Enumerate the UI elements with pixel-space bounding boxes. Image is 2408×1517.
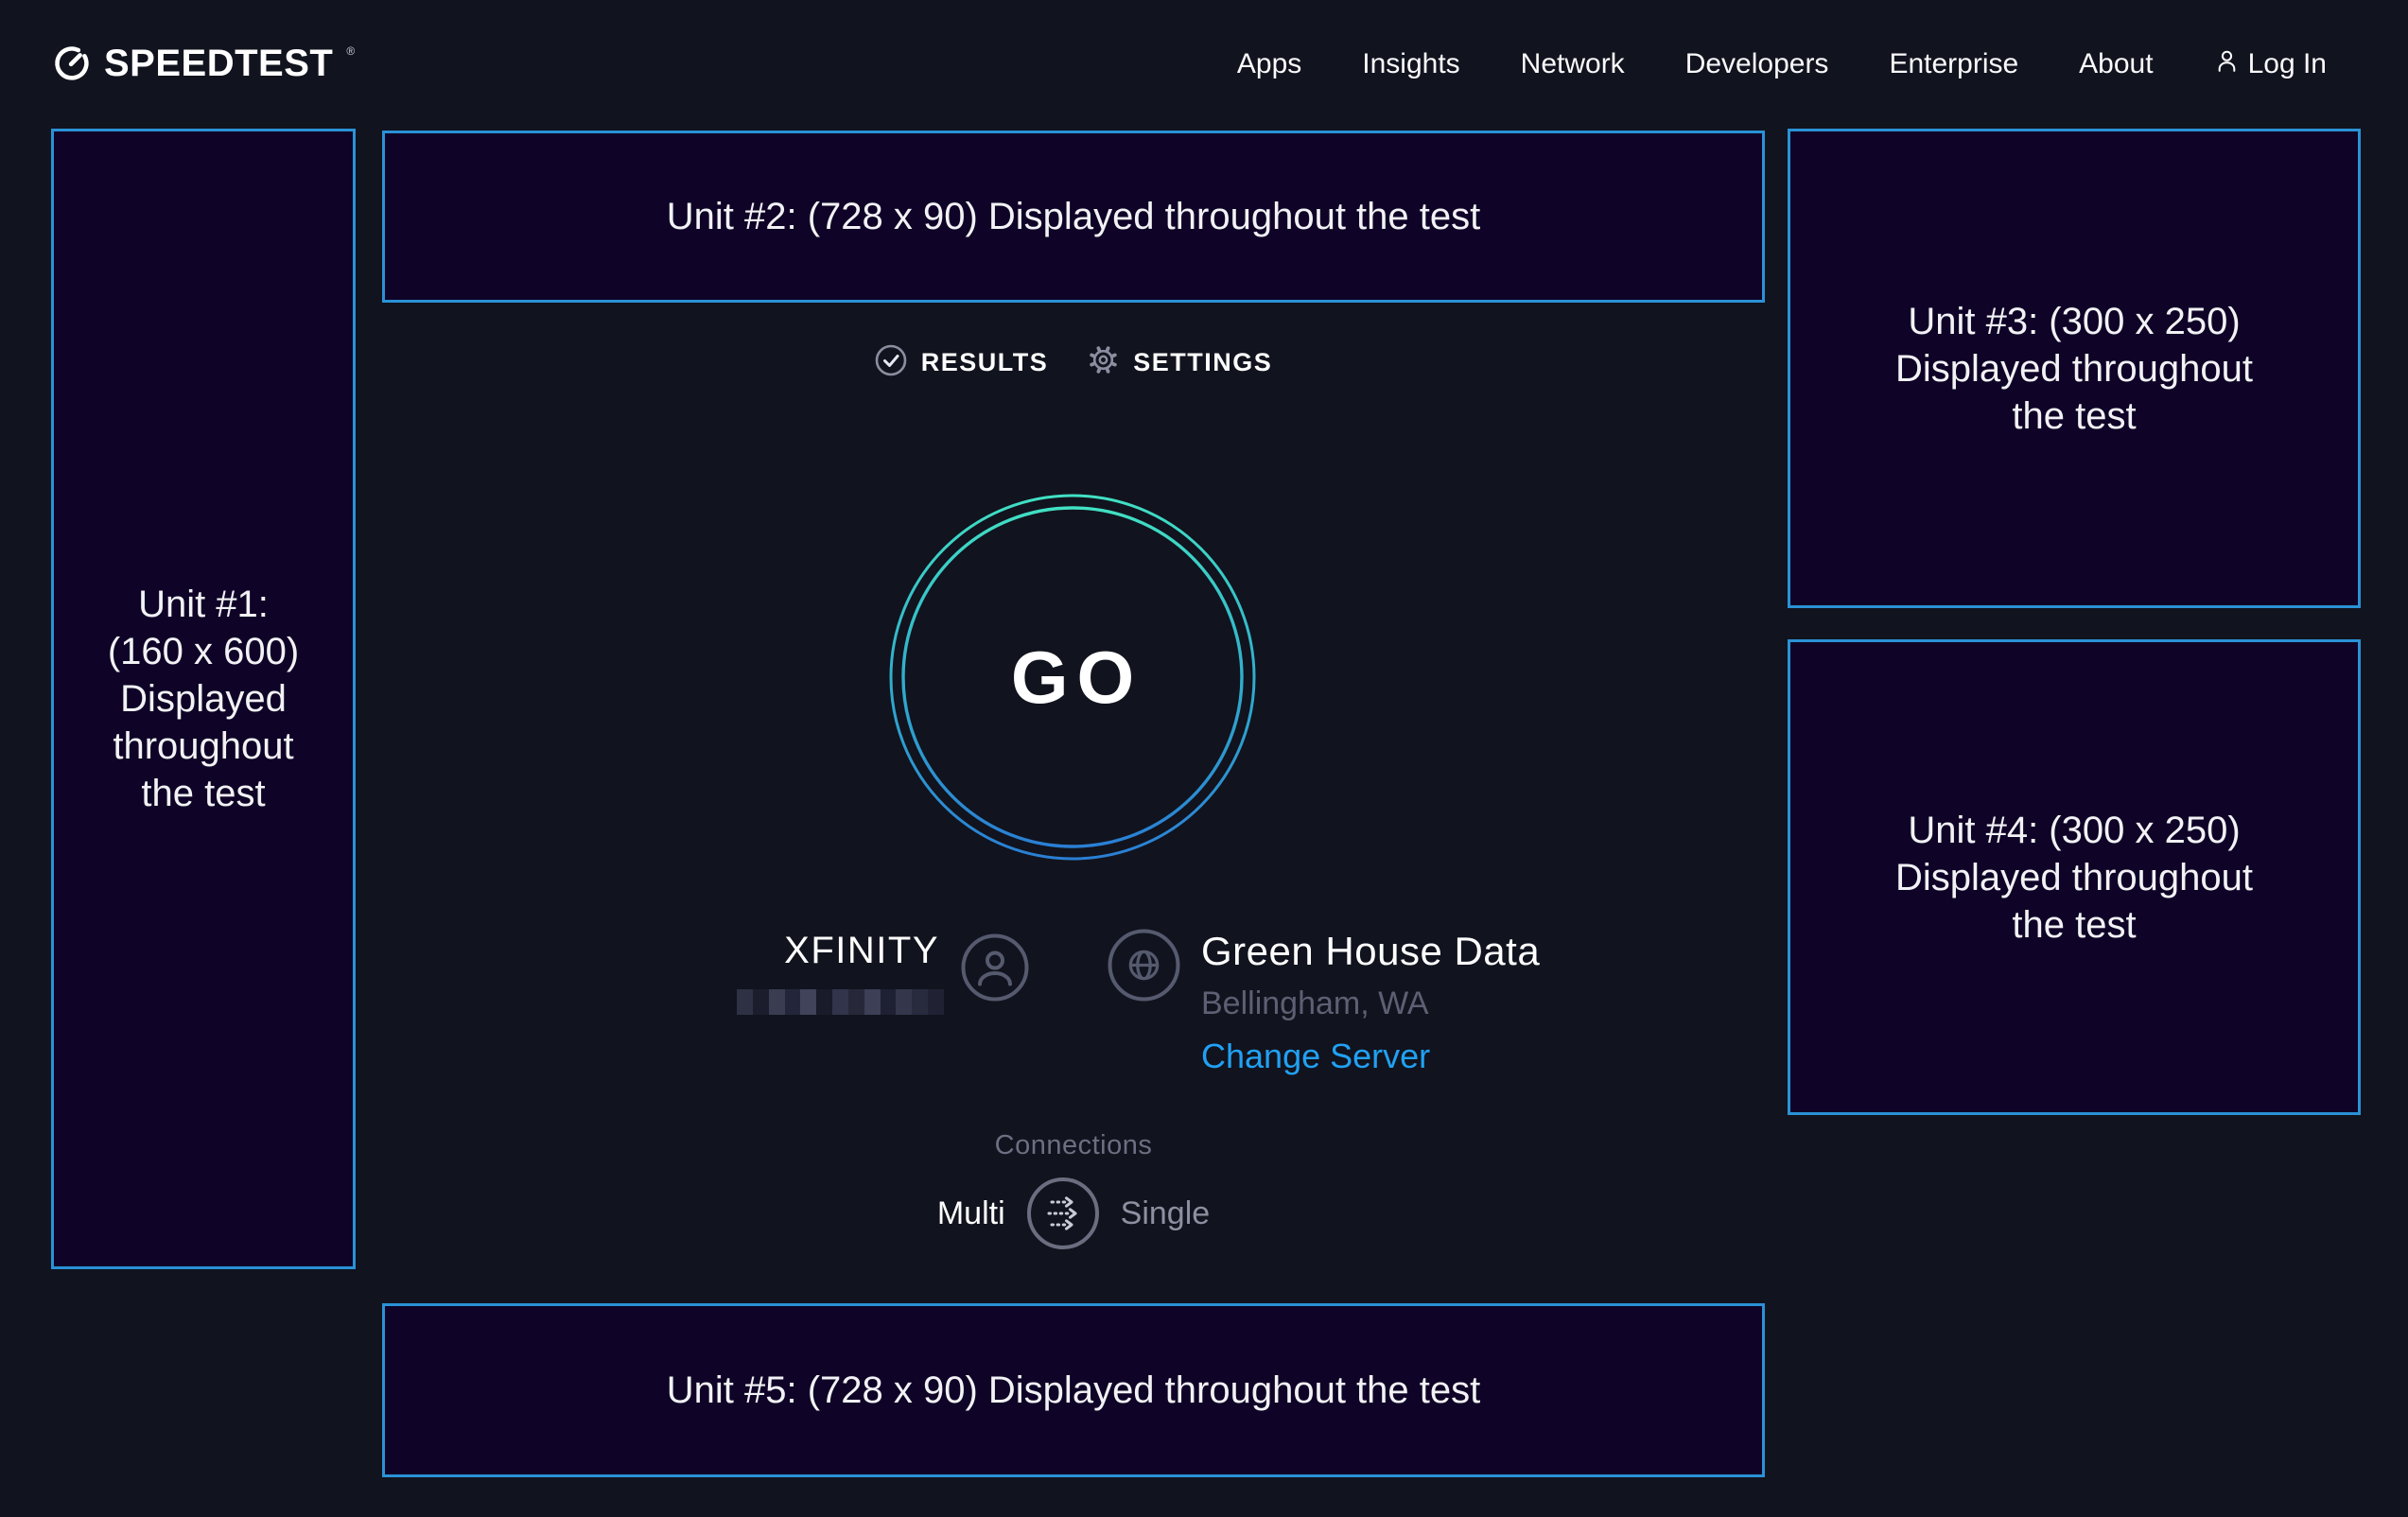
logo-trademark: ®: [346, 44, 355, 58]
user-icon: [2214, 48, 2240, 81]
tab-settings[interactable]: SETTINGS: [1088, 344, 1272, 380]
server-location: Bellingham, WA: [1201, 987, 1540, 1020]
change-server-link[interactable]: Change Server: [1201, 1039, 1540, 1073]
connections-toggle-icon[interactable]: [1026, 1177, 1100, 1250]
connections-toggle-row: Multi Single: [382, 1177, 1765, 1250]
go-label: GO: [888, 493, 1257, 862]
ad-unit-3-label: Unit #3: (300 x 250) Displayed throughou…: [1895, 298, 2253, 440]
view-tabs: RESULTS: [382, 340, 1765, 384]
logo[interactable]: SPEEDTEST ®: [53, 43, 355, 87]
ad-unit-5: Unit #5: (728 x 90) Displayed throughout…: [382, 1303, 1765, 1477]
header: SPEEDTEST ® Apps Insights Network Develo…: [0, 0, 2408, 129]
check-circle-icon: [875, 344, 907, 381]
login-label: Log In: [2248, 48, 2327, 80]
tab-settings-label: SETTINGS: [1133, 348, 1272, 377]
ad-unit-1: Unit #1: (160 x 600) Displayed throughou…: [51, 129, 356, 1269]
nav-item-developers[interactable]: Developers: [1685, 48, 1829, 80]
redacted-ip: [737, 989, 944, 1015]
go-button[interactable]: GO: [888, 493, 1257, 862]
logo-wordmark: SPEEDTEST: [104, 43, 333, 84]
speedtest-page: SPEEDTEST ® Apps Insights Network Develo…: [0, 0, 2408, 1517]
nav-item-enterprise[interactable]: Enterprise: [1889, 48, 2018, 80]
connections-single-label[interactable]: Single: [1121, 1195, 1211, 1232]
speedtest-gauge-icon: [53, 43, 91, 87]
login-button[interactable]: Log In: [2214, 48, 2327, 81]
gear-icon: [1088, 344, 1119, 380]
connections-multi-label[interactable]: Multi: [937, 1195, 1005, 1232]
ad-unit-4-label: Unit #4: (300 x 250) Displayed throughou…: [1895, 807, 2253, 949]
isp-name: XFINITY: [567, 932, 939, 969]
ad-unit-3: Unit #3: (300 x 250) Displayed throughou…: [1788, 129, 2361, 608]
server-info: Green House Data Bellingham, WA Change S…: [1201, 932, 1540, 1073]
ad-unit-1-label: Unit #1: (160 x 600) Displayed throughou…: [108, 581, 299, 817]
server-name: Green House Data: [1201, 932, 1540, 971]
nav-item-network[interactable]: Network: [1521, 48, 1625, 80]
nav-item-apps[interactable]: Apps: [1237, 48, 1301, 80]
ad-unit-4: Unit #4: (300 x 250) Displayed throughou…: [1788, 639, 2361, 1115]
nav-item-about[interactable]: About: [2079, 48, 2153, 80]
nav-item-insights[interactable]: Insights: [1362, 48, 1459, 80]
ad-unit-2-label: Unit #2: (728 x 90) Displayed throughout…: [667, 193, 1481, 240]
tab-results-label: RESULTS: [921, 348, 1049, 377]
connections-title: Connections: [382, 1132, 1765, 1160]
ad-unit-2: Unit #2: (728 x 90) Displayed throughout…: [382, 131, 1765, 303]
main-nav: Apps Insights Network Developers Enterpr…: [1237, 48, 2327, 81]
ad-unit-5-label: Unit #5: (728 x 90) Displayed throughout…: [667, 1367, 1481, 1414]
globe-icon: [1108, 929, 1180, 1006]
tab-results[interactable]: RESULTS: [875, 344, 1049, 381]
isp-avatar-icon: [961, 933, 1029, 1006]
